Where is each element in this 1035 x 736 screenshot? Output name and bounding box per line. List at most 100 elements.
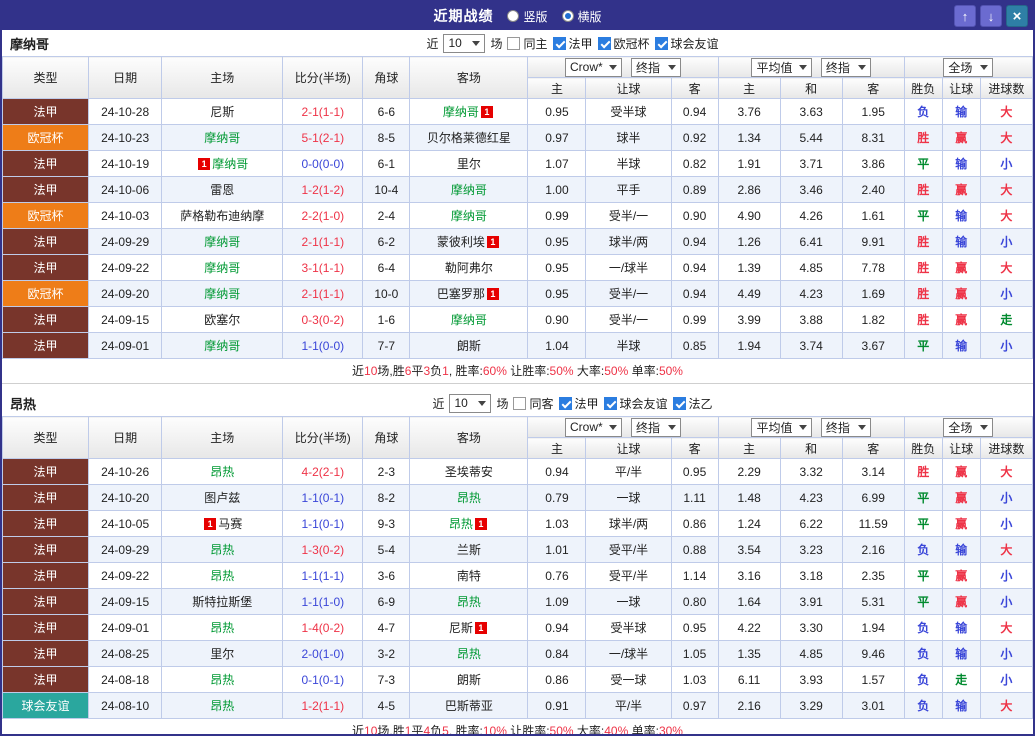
scroll-down-button[interactable]: ↓ [980,5,1002,27]
up-arrow-icon: ↑ [961,8,969,24]
odds-home-cell: 1.03 [527,510,587,537]
match-count-select[interactable]: 10 [449,393,492,413]
avg-draw-cell: 3.74 [779,332,843,359]
avg-away-cell: 2.16 [841,536,905,563]
avg-select[interactable]: 平均值 [751,417,812,437]
home-team-cell: 尼斯 [161,98,284,125]
odds-away-cell: 0.80 [670,588,719,615]
date-cell: 24-09-15 [88,588,163,615]
odds-source-select[interactable]: Crow* [565,57,622,77]
league-cell: 法甲 [2,176,90,203]
avg-draw-cell: 3.93 [779,666,843,693]
result-handicap-cell: 输 [941,640,981,667]
team-name: 里尔 [456,157,481,171]
league-cell: 法甲 [2,458,90,485]
result-goals-cell: 小 [979,484,1033,511]
odds-away-cell: 1.11 [670,484,719,511]
col-avg-draw: 和 [779,77,843,99]
home-team-cell: 昂热 [161,458,284,485]
summary-segment: 让胜率: [506,364,550,378]
radio-unchecked-icon [507,10,520,22]
avg-away-cell: 3.01 [841,692,905,719]
corners-cell: 6-4 [362,254,411,281]
match-row: 法甲 24-09-22 昂热 1-1(1-1) 3-6 南特 0.76 受平/半 1.14 3.1… [2,562,1033,589]
odds-handicap-cell: 受半/一 [585,280,672,307]
match-row: 球会友谊 24-08-10 昂热 1-2(1-1) 4-5 巴斯蒂亚 0.91 平/半 0.97… [2,692,1033,719]
league-checkbox[interactable]: 法甲 [558,395,599,412]
result-goals-cell: 大 [979,536,1033,563]
score-cell: 4-2(2-1) [282,458,364,485]
odds-away-cell: 0.94 [670,228,719,255]
score-cell: 1-1(0-0) [282,332,364,359]
summary-segment: 50% [549,724,574,736]
league-checkbox[interactable]: 球会友谊 [654,35,719,52]
avg-draw-cell: 6.22 [779,510,843,537]
layout-option-vertical[interactable]: 竖版 [507,8,548,25]
odds-final-select[interactable]: 终指 [631,57,682,77]
corners-cell: 8-2 [362,484,411,511]
corners-cell: 3-6 [362,562,411,589]
avg-select[interactable]: 平均值 [751,57,812,77]
corners-cell: 7-7 [362,332,411,359]
away-team-cell: 蒙彼利埃 1 [409,228,529,255]
league-cell: 法甲 [2,588,90,615]
fulltime-select[interactable]: 全场 [943,57,994,77]
close-button[interactable]: × [1006,5,1028,27]
odds-handicap-cell: 球半 [585,124,672,151]
date-cell: 24-08-25 [88,640,163,667]
fulltime-select[interactable]: 全场 [943,417,994,437]
same-venue-checkbox[interactable]: 同主 [507,35,548,52]
same-venue-checkbox[interactable]: 同客 [513,395,554,412]
result-wdl-cell: 负 [903,640,943,667]
avg-final-select[interactable]: 终指 [820,417,871,437]
match-row: 法甲 24-10-20 图卢兹 1-1(0-1) 8-2 昂热 0.79 一球 1.11 1.48… [2,484,1033,511]
avg-draw-cell: 4.85 [779,640,843,667]
match-count-select[interactable]: 10 [443,33,486,53]
filter-row: 昂热 近 10 场 同客 法甲 球会友谊 法乙 [2,390,1033,416]
match-row: 法甲 24-09-01 摩纳哥 1-1(0-0) 7-7 朗斯 1.04 半球 0.85 1.94… [2,332,1033,359]
home-team-cell: 昂热 [161,614,284,641]
league-checkbox[interactable]: 欧冠杯 [597,35,650,52]
league-checkbox[interactable]: 法乙 [672,395,713,412]
league-cell: 欧冠杯 [2,280,90,307]
odds-home-cell: 0.86 [527,666,587,693]
scroll-up-button[interactable]: ↑ [954,5,976,27]
result-wdl-cell: 平 [903,202,943,229]
layout-option-horizontal[interactable]: 横版 [561,8,602,25]
avg-draw-cell: 6.41 [779,228,843,255]
corners-cell: 9-3 [362,510,411,537]
avg-group-header: 平均值 终指 [717,416,905,438]
summary-segment: 50% [604,364,629,378]
team-name: 昂热 [456,595,481,609]
odds-final-select[interactable]: 终指 [631,417,682,437]
date-cell: 24-10-03 [88,202,163,229]
summary-segment: 平 [411,724,424,736]
chevron-down-icon [798,64,807,70]
odds-home-cell: 0.79 [527,484,587,511]
date-cell: 24-08-18 [88,666,163,693]
odds-home-cell: 0.95 [527,228,587,255]
odds-handicap-cell: 半球 [585,150,672,177]
away-team-cell: 摩纳哥 [409,306,529,333]
red-card-icon: 1 [474,622,487,634]
result-handicap-cell: 输 [941,150,981,177]
avg-home-cell: 1.26 [717,228,781,255]
odds-handicap-cell: 一/球半 [585,640,672,667]
result-handicap-cell: 输 [941,536,981,563]
match-count-value: 10 [448,36,462,50]
result-wdl-cell: 平 [903,332,943,359]
odds-source-select[interactable]: Crow* [565,417,622,437]
team-name: 摩纳哥 [204,261,241,275]
date-cell: 24-09-15 [88,306,163,333]
match-row: 法甲 24-10-05 1 马赛 1-1(0-1) 9-3 昂热 1 1.03 球半/两 0.86 1… [2,510,1033,537]
league-checkbox[interactable]: 法甲 [552,35,593,52]
avg-away-cell: 1.94 [841,614,905,641]
team-section-monaco: 摩纳哥 近 10 场 同主 法甲 欧冠杯 球会友谊 类型 日期 主场 比分(半场… [2,30,1033,384]
league-checkbox[interactable]: 球会友谊 [603,395,668,412]
match-row: 法甲 24-09-29 摩纳哥 2-1(1-1) 6-2 蒙彼利埃 1 0.95 球半/两 0.9… [2,228,1033,255]
result-handicap-cell: 输 [941,98,981,125]
result-wdl-cell: 负 [903,98,943,125]
avg-final-select[interactable]: 终指 [820,57,871,77]
col-home: 主场 [161,416,284,459]
col-away: 客场 [409,416,529,459]
